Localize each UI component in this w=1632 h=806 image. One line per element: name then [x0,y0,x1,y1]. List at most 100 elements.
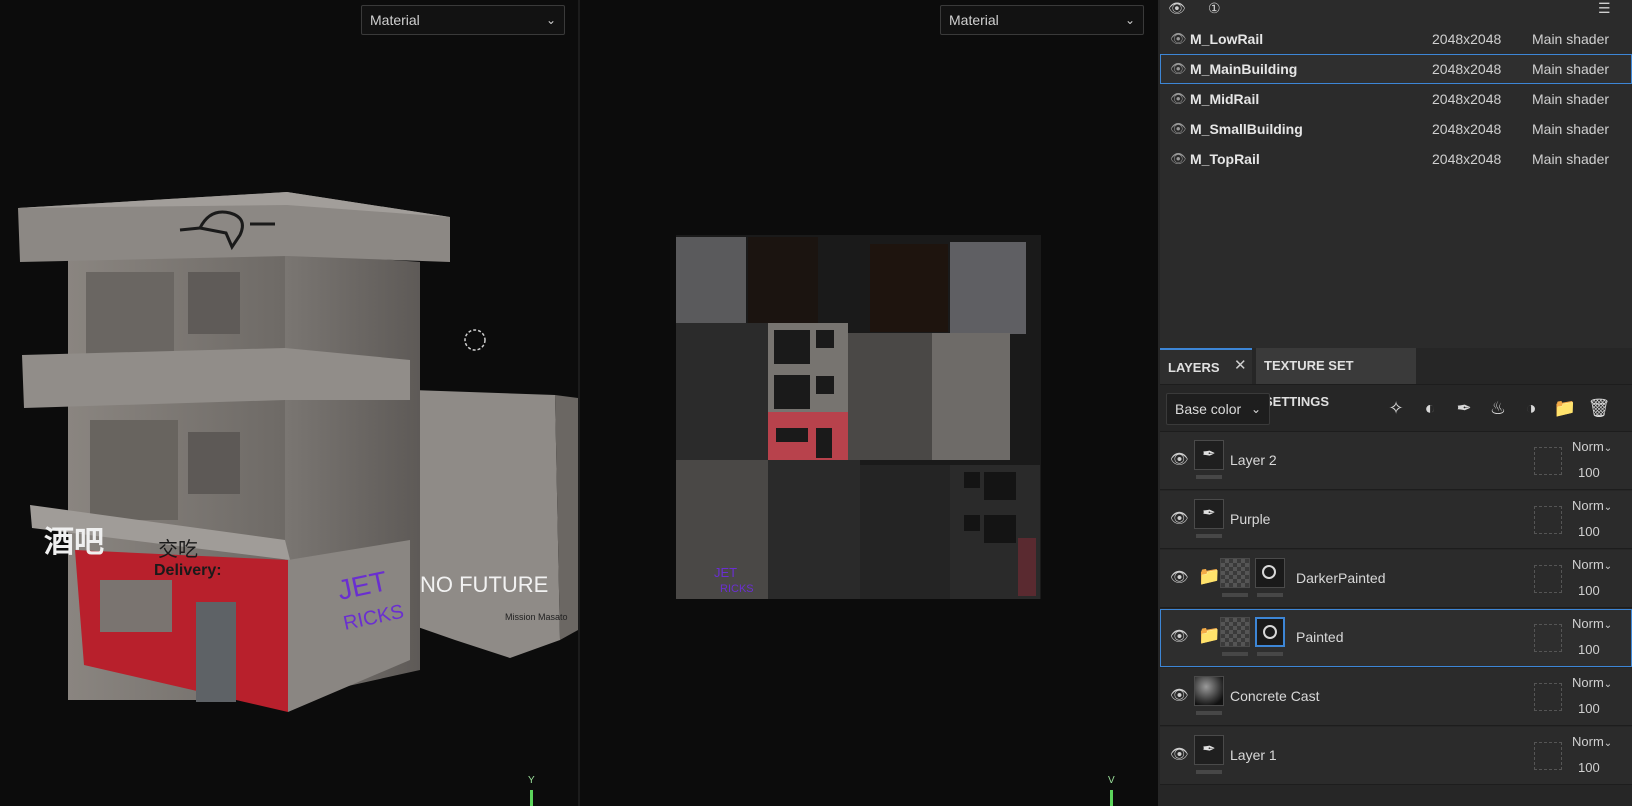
opacity-field[interactable]: 100 [1578,760,1600,775]
paint-brush-icon: ✒ [1194,499,1224,529]
viewport-3d-mode-label: Material [370,12,420,28]
add-mask-icon[interactable]: ◐ [1417,395,1443,421]
texture-set-row[interactable]: 👁 M_TopRail 2048x2048 Main shader [1160,144,1632,174]
channel-dropdown[interactable]: Base color ⌄ [1166,393,1270,425]
folder-icon[interactable]: 📁 [1198,566,1220,587]
texture-set-row[interactable]: 👁 M_LowRail 2048x2048 Main shader [1160,24,1632,54]
layer-row[interactable]: 👁 📁 Painted Norm⌄ 100 [1160,609,1632,667]
chevron-down-icon: ⌄ [1124,13,1135,27]
eye-icon[interactable]: 👁 [1170,568,1189,586]
add-fill-layer-icon[interactable]: ♨ [1485,395,1511,421]
chevron-down-icon: ⌄ [1250,402,1261,416]
close-icon[interactable]: ✕ [1234,348,1247,384]
texture-set-name: M_TopRail [1190,151,1260,167]
paint-brush-icon: ✒ [1194,440,1224,470]
tab-texture-set-settings[interactable]: TEXTURE SET SETTINGS [1256,348,1416,409]
layer-mask-slot[interactable] [1534,742,1562,770]
axis-y-gizmo [530,790,533,806]
blend-mode-dropdown[interactable]: Norm⌄ [1572,734,1612,749]
texture-set-rows: 👁 M_LowRail 2048x2048 Main shader 👁 M_MainBui… [1160,24,1632,174]
layers-tab-bar: LAYERS ✕ TEXTURE SET SETTINGS [1160,348,1632,409]
texture-set-shader: Main shader [1532,91,1610,107]
layer-row[interactable]: 👁 ✒ Purple Norm⌄ 100 [1160,491,1632,549]
texture-set-name: M_SmallBuilding [1190,121,1303,137]
layer-name: Purple [1230,511,1271,527]
sign-delivery: Delivery: [154,562,222,579]
viewport-2d[interactable]: JET RICKS Material ⌄ V [580,0,1158,806]
eye-settings-icon[interactable]: 👁 [1168,0,1186,17]
add-effect-icon[interactable]: ✧ [1383,395,1409,421]
uv-graffiti-1: JET [714,565,737,580]
eye-icon[interactable]: 👁 [1170,450,1189,468]
eye-icon[interactable]: 👁 [1170,114,1188,144]
solo-icon[interactable]: ① [1208,0,1221,17]
layer-row[interactable]: 👁 ✒ Layer 2 Norm⌄ 100 [1160,432,1632,490]
eye-icon[interactable]: 👁 [1170,84,1188,114]
viewport-3d[interactable]: 酒吧 交吃 Delivery: JET RICKS NO FUTURE Miss… [0,0,578,806]
folder-icon[interactable]: 📁 [1198,625,1220,646]
layer-row[interactable]: 👁 📁 DarkerPainted Norm⌄ 100 [1160,550,1632,608]
eye-icon[interactable]: 👁 [1170,745,1189,763]
viewport-3d-mode-dropdown[interactable]: Material ⌄ [361,5,565,35]
opacity-field[interactable]: 100 [1578,642,1600,657]
eye-icon[interactable]: 👁 [1170,144,1188,174]
blend-mode-label: Norm [1572,675,1604,690]
layer-name: DarkerPainted [1296,570,1386,586]
eye-icon[interactable]: 👁 [1170,24,1188,54]
blend-mode-dropdown[interactable]: Norm⌄ [1572,439,1612,454]
blend-mode-label: Norm [1572,498,1604,513]
layer-name: Layer 2 [1230,452,1277,468]
layer-name: Layer 1 [1230,747,1277,763]
texture-set-row[interactable]: 👁 M_SmallBuilding 2048x2048 Main shader [1160,114,1632,144]
add-folder-icon[interactable]: 📁 [1552,395,1578,421]
add-smart-material-icon[interactable]: ◑ [1518,395,1544,421]
eye-icon[interactable]: 👁 [1170,627,1189,645]
graffiti-small: Mission Masato [505,612,568,622]
viewport-2d-mode-dropdown[interactable]: Material ⌄ [940,5,1144,35]
layers-panel: LAYERS ✕ TEXTURE SET SETTINGS Base color… [1160,348,1632,806]
thumbnail-bar [1196,770,1222,774]
opacity-field[interactable]: 100 [1578,524,1600,539]
axis-v-gizmo [1110,790,1113,806]
texture-set-resolution: 2048x2048 [1432,121,1502,137]
chevron-down-icon: ⌄ [1603,679,1613,690]
texture-set-row[interactable]: 👁 M_MidRail 2048x2048 Main shader [1160,84,1632,114]
blend-mode-dropdown[interactable]: Norm⌄ [1572,498,1612,513]
texture-set-name: M_LowRail [1190,31,1264,47]
mask-thumbnail[interactable] [1255,617,1285,647]
viewport-2d-mode-label: Material [949,12,999,28]
chevron-down-icon: ⌄ [1603,502,1613,513]
eye-icon[interactable]: 👁 [1170,509,1189,527]
chevron-down-icon: ⌄ [545,13,556,27]
opacity-field[interactable]: 100 [1578,701,1600,716]
axis-y-label: Y [528,775,535,786]
texture-set-resolution: 2048x2048 [1432,91,1502,107]
layer-mask-slot[interactable] [1534,624,1562,652]
add-paint-layer-icon[interactable]: ✒ [1451,395,1477,421]
thumbnail-bar [1257,593,1283,597]
axis-v-label: V [1108,775,1115,786]
thumbnail-bar [1196,534,1222,538]
blend-mode-dropdown[interactable]: Norm⌄ [1572,675,1612,690]
layer-mask-slot[interactable] [1534,565,1562,593]
blend-mode-dropdown[interactable]: Norm⌄ [1572,557,1612,572]
layer-mask-slot[interactable] [1534,506,1562,534]
layer-row[interactable]: 👁 ✒ Layer 1 Norm⌄ 100 [1160,727,1632,785]
layer-mask-slot[interactable] [1534,447,1562,475]
opacity-field[interactable]: 100 [1578,465,1600,480]
texture-set-shader: Main shader [1532,31,1610,47]
layer-mask-slot[interactable] [1534,683,1562,711]
texture-set-row[interactable]: 👁 M_MainBuilding 2048x2048 Main shader [1160,54,1632,84]
mask-thumbnail[interactable] [1255,558,1285,588]
layer-row[interactable]: 👁 Concrete Cast Norm⌄ 100 [1160,668,1632,726]
menu-icon[interactable]: ☰ [1598,0,1611,17]
eye-icon[interactable]: 👁 [1170,686,1189,704]
opacity-field[interactable]: 100 [1578,583,1600,598]
blend-mode-dropdown[interactable]: Norm⌄ [1572,616,1612,631]
texture-set-name: M_MainBuilding [1190,61,1298,77]
eye-icon[interactable]: 👁 [1170,54,1188,84]
sign-text-right: 交吃 [158,537,198,561]
texture-set-resolution: 2048x2048 [1432,151,1502,167]
texture-set-resolution: 2048x2048 [1432,31,1502,47]
delete-icon[interactable]: 🗑 [1586,395,1612,421]
